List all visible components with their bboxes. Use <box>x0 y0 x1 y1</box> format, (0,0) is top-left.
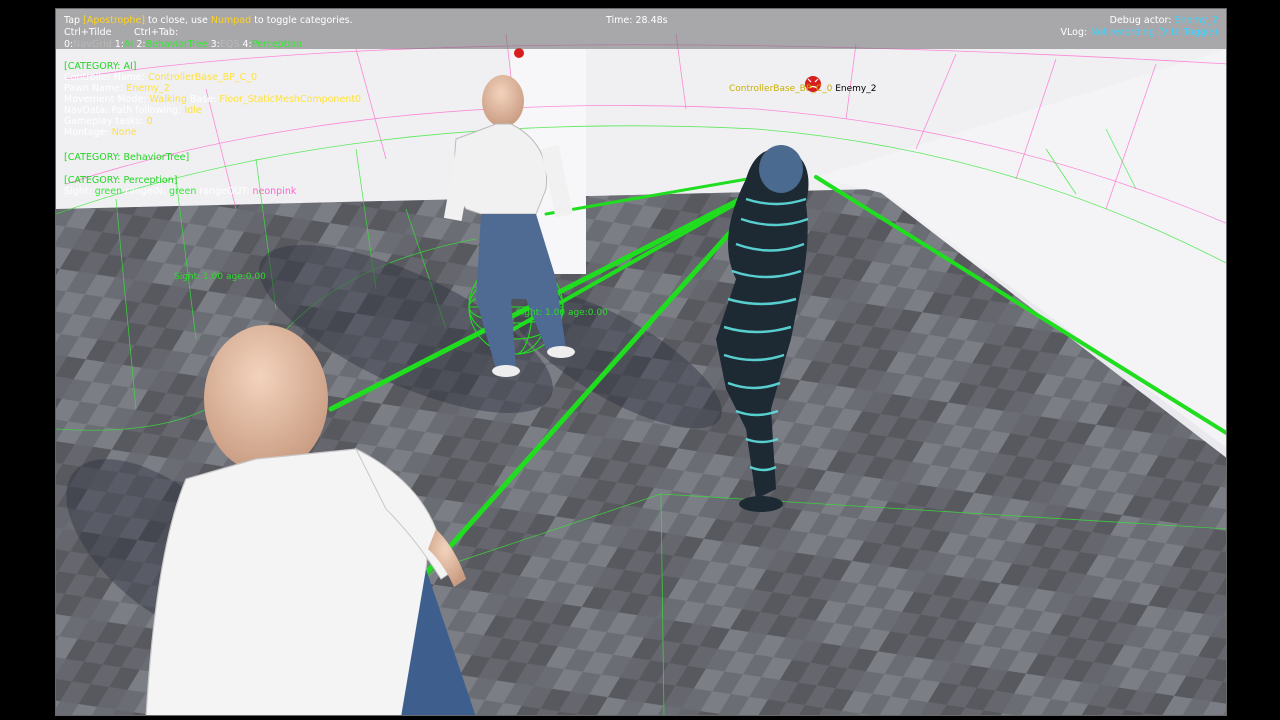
world-enemy-name: Enemy_2 <box>835 84 877 94</box>
vlog-label: VLog: <box>1060 27 1088 38</box>
ai-key-montage: Montage: <box>64 127 109 138</box>
help-line: Tap [Apostrophe] to close, use Numpad to… <box>64 15 353 26</box>
ai-key-path-following: Path following: <box>111 105 182 116</box>
help-numpad-key: Numpad <box>210 15 252 26</box>
ai-key-pawn: Pawn Name: <box>64 83 124 94</box>
world-controller-name: ControllerBase_BP_C_0 <box>729 84 833 94</box>
category-toggle-eqs[interactable]: EQS <box>220 39 240 50</box>
ctrl-tilde-hint: Ctrl+Tilde <box>64 27 112 38</box>
game-scene <box>56 9 1226 715</box>
category-toggle-perception[interactable]: Perception <box>252 39 302 50</box>
category-toggle-navgrid[interactable]: NavGrid <box>73 39 112 50</box>
category-num-navgrid: 0: <box>64 39 74 50</box>
ai-value-base: Floor_StaticMeshComponent0 <box>219 94 362 105</box>
legend-rangein-label: rangeIN: <box>125 186 166 197</box>
legend-sight-label: Sight: <box>64 186 92 197</box>
ai-value-montage: None <box>111 127 137 138</box>
ai-key-base: Base: <box>189 94 217 105</box>
category-toggle-behaviortree[interactable]: BehaviorTree <box>146 39 208 50</box>
ai-value-movement: Walking <box>149 94 187 105</box>
vlog-value: Not recording (V to Toggle) <box>1090 27 1218 38</box>
ai-row-navdata: NavData: Path following: Idle <box>64 105 202 116</box>
ai-value-pawn: Enemy_2 <box>126 83 170 94</box>
ai-value-path-following: Idle <box>184 105 202 116</box>
game-viewport[interactable]: Tap [Apostrophe] to close, use Numpad to… <box>55 8 1227 716</box>
ai-row-controller: Controller Name: ControllerBase_BP_C_0 <box>64 72 257 83</box>
ai-key-navdata: NavData: <box>64 105 109 116</box>
debug-actor-label: Debug actor: <box>1109 15 1172 26</box>
vlog-status: VLog: Not recording (V to Toggle) <box>1061 27 1218 38</box>
category-num-behaviortree: 2: <box>136 39 146 50</box>
category-num-ai: 1: <box>114 39 125 50</box>
game-time: Time: 28.48s <box>606 15 668 26</box>
sight-stimulus-label-2: Sight: 1.00 age:0.00 <box>516 308 608 318</box>
legend-rangein-value: green <box>168 186 197 197</box>
debug-actor-value: Enemy_2 <box>1174 15 1218 26</box>
category-toggles: 0:NavGrid 1:AI 2:BehaviorTree 3:EQS 4:Pe… <box>64 39 302 50</box>
legend-rangeout-label: rangeOUT: <box>199 186 250 197</box>
help-tap-text: Tap <box>64 15 84 26</box>
ctrl-tab-hint: Ctrl+Tab: <box>134 27 179 38</box>
category-toggle-ai[interactable]: AI <box>124 39 133 50</box>
ai-row-movement: Movement Mode: Walking Base: Floor_Stati… <box>64 94 361 105</box>
ai-row-pawn: Pawn Name: Enemy_2 <box>64 83 170 94</box>
perception-legend: Sight: green rangeIN: green rangeOUT: ne… <box>64 186 296 197</box>
debug-actor: Debug actor: Enemy_2 <box>1110 15 1218 26</box>
category-num-perception: 4: <box>242 39 252 50</box>
legend-sight-value: green <box>94 186 123 197</box>
ai-row-montage: Montage: None <box>64 127 136 138</box>
sight-stimulus-label-1: Sight: 1.00 age:0.00 <box>174 272 266 282</box>
category-num-eqs: 3: <box>210 39 220 50</box>
ai-value-controller: ControllerBase_BP_C_0 <box>148 72 258 83</box>
ai-key-movement: Movement Mode: <box>64 94 147 105</box>
help-close-text: to close, use <box>144 15 211 26</box>
legend-rangeout-value: neonpink <box>252 186 297 197</box>
world-actor-label: ControllerBase_BP_C_0 Enemy_2 <box>729 84 876 95</box>
ai-key-controller: Controller Name: <box>64 72 145 83</box>
category-behaviortree-header: [CATEGORY: BehaviorTree] <box>64 152 190 163</box>
ai-row-gameplay-tasks: Gameplay tasks: 0 <box>64 116 153 127</box>
ai-key-gameplay-tasks: Gameplay tasks: <box>64 116 144 127</box>
red-debug-sphere <box>514 48 524 58</box>
help-toggle-text: to toggle categories. <box>251 15 353 26</box>
category-perception-header: [CATEGORY: Perception] <box>64 175 178 186</box>
help-apostrophe-key: [Apostrophe] <box>83 15 145 26</box>
category-ai-header: [CATEGORY: AI] <box>64 61 137 72</box>
ai-value-gameplay-tasks: 0 <box>146 116 153 127</box>
